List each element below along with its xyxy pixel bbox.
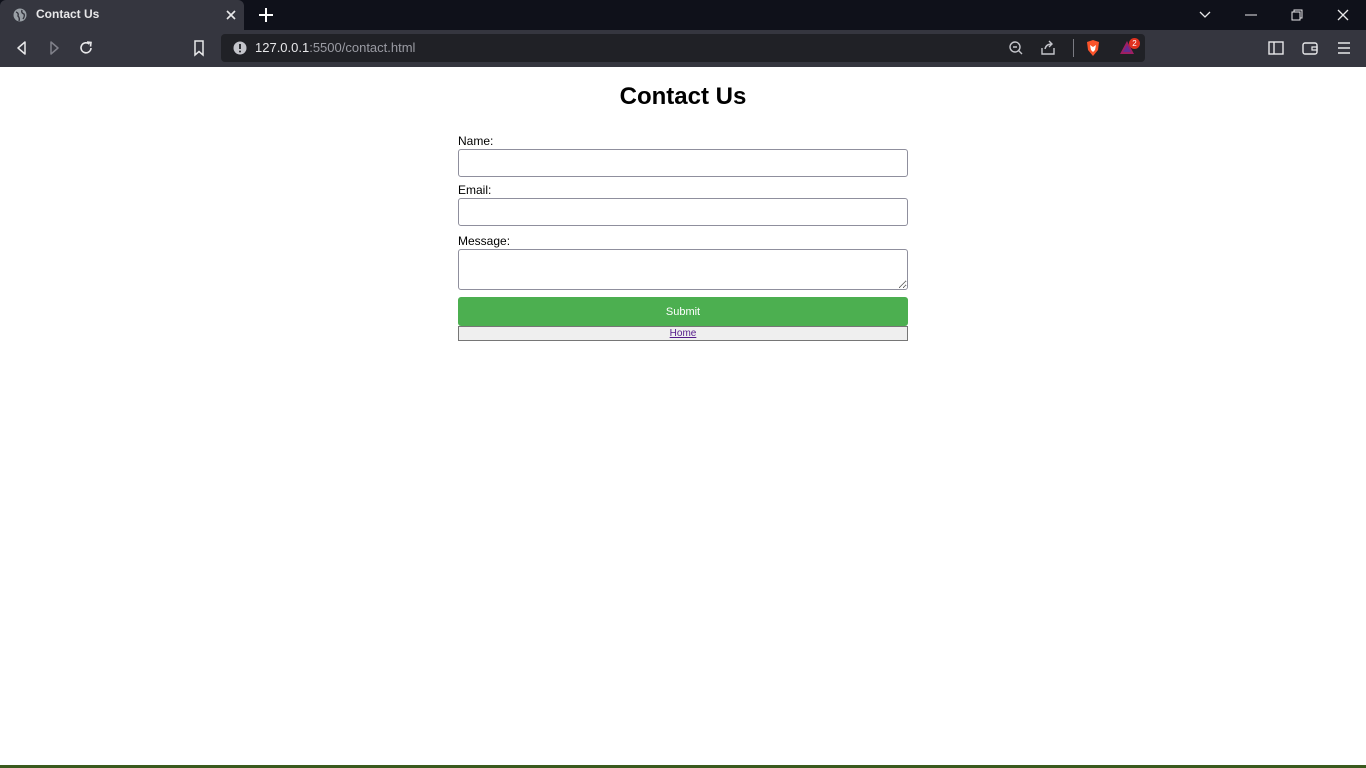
restore-icon bbox=[1291, 9, 1303, 21]
restore-button[interactable] bbox=[1274, 0, 1320, 30]
page-title: Contact Us bbox=[619, 83, 747, 110]
home-link[interactable]: Home bbox=[670, 328, 697, 339]
email-input[interactable] bbox=[458, 198, 908, 226]
submit-button[interactable]: Submit bbox=[458, 297, 908, 326]
email-label: Email: bbox=[458, 183, 492, 197]
zoom-icon[interactable] bbox=[1007, 39, 1025, 57]
close-icon[interactable] bbox=[224, 8, 238, 22]
url-text[interactable]: 127.0.0.1:5500/contact.html bbox=[255, 40, 415, 55]
new-tab-icon[interactable] bbox=[257, 6, 275, 24]
home-link-container: Home bbox=[458, 326, 908, 341]
divider bbox=[1073, 39, 1074, 57]
browser-titlebar: Contact Us bbox=[0, 0, 1366, 30]
tab-title: Contact Us bbox=[36, 7, 100, 21]
sidebar-icon[interactable] bbox=[1267, 39, 1285, 57]
url-host: 127.0.0.1 bbox=[255, 40, 310, 55]
message-textarea[interactable] bbox=[458, 249, 908, 290]
notification-badge: 2 bbox=[1129, 38, 1140, 49]
wallet-icon[interactable] bbox=[1301, 39, 1319, 57]
minimize-button[interactable] bbox=[1228, 0, 1274, 30]
url-path: :5500/contact.html bbox=[309, 40, 416, 55]
reload-icon[interactable] bbox=[77, 39, 95, 57]
site-info-icon[interactable] bbox=[233, 41, 247, 55]
name-input[interactable] bbox=[458, 149, 908, 177]
close-window-icon bbox=[1337, 9, 1349, 21]
name-label: Name: bbox=[458, 134, 494, 148]
tab-search-button[interactable] bbox=[1182, 0, 1228, 30]
tab-contact-us[interactable]: Contact Us bbox=[0, 0, 244, 30]
forward-icon[interactable] bbox=[45, 39, 63, 57]
contact-form: Name: Email: Message: Submit Home bbox=[458, 134, 908, 341]
page-content: Contact Us Name: Email: Message: Submit … bbox=[0, 67, 1366, 768]
back-icon[interactable] bbox=[13, 39, 31, 57]
globe-icon bbox=[13, 8, 27, 22]
message-label: Message: bbox=[458, 234, 511, 248]
brave-shields-icon[interactable] bbox=[1084, 39, 1102, 57]
browser-toolbar: 127.0.0.1:5500/contact.html 2 bbox=[0, 30, 1366, 67]
menu-icon[interactable] bbox=[1335, 39, 1353, 57]
minimize-icon bbox=[1245, 14, 1257, 16]
address-bar[interactable]: 127.0.0.1:5500/contact.html bbox=[221, 34, 1145, 62]
chevron-down-icon bbox=[1199, 11, 1211, 18]
window-close-button[interactable] bbox=[1320, 0, 1366, 30]
bookmark-icon[interactable] bbox=[190, 39, 208, 57]
share-icon[interactable] bbox=[1039, 39, 1057, 57]
